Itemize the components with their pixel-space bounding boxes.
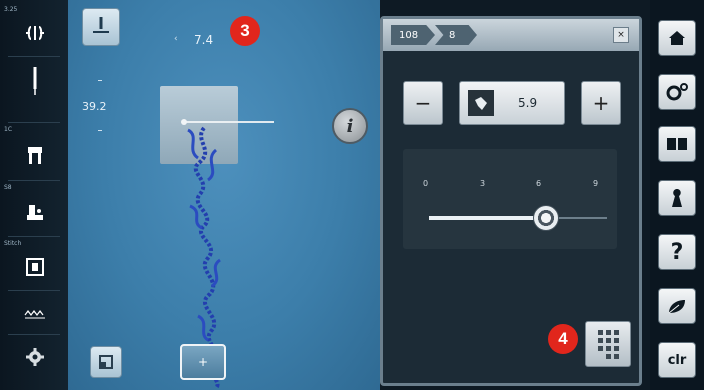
setup-button[interactable]: [658, 74, 696, 110]
breadcrumb-label: 8: [449, 29, 456, 41]
tutorial-button[interactable]: [658, 126, 696, 162]
breadcrumb-setting[interactable]: 8: [435, 25, 477, 45]
divider: [8, 122, 60, 123]
divider: [8, 56, 60, 57]
thread-tension-icon: [24, 302, 46, 324]
tutorial-icon: [667, 138, 687, 150]
callout-4: 4: [548, 324, 578, 354]
presser-foot-icon: [24, 144, 46, 166]
left-sidebar: 3.25 1C S8 Stitch: [0, 0, 68, 390]
divider: [8, 290, 60, 291]
dash: [98, 80, 102, 81]
help-button[interactable]: ?: [658, 234, 696, 270]
clear-button[interactable]: clr: [658, 342, 696, 378]
slider-handle[interactable]: [532, 205, 559, 231]
slider-panel: 0 3 6 9: [403, 149, 617, 249]
presser-foot-indicator[interactable]: [82, 8, 120, 46]
close-button[interactable]: ×: [613, 27, 629, 43]
current-value: 5.9: [518, 96, 538, 110]
sidebar-item-presser-foot[interactable]: 1C: [0, 126, 68, 176]
value-arrow: ‹: [174, 34, 178, 44]
callout-number: 4: [558, 329, 568, 348]
stitch-plate-icon: [24, 256, 46, 278]
callout-number: 3: [240, 21, 250, 40]
stitch-width-icon: [24, 22, 46, 44]
creative-consultant-button[interactable]: [658, 180, 696, 216]
dialog-header: 108 8 ×: [383, 19, 639, 51]
tick-label: 9: [593, 179, 599, 188]
home-icon: [669, 31, 685, 45]
dash: [98, 130, 102, 131]
divider: [8, 180, 60, 181]
sidebar-item-needle[interactable]: [0, 60, 68, 120]
plus-icon: +: [197, 355, 209, 369]
breadcrumb-stitch-number[interactable]: 108: [391, 25, 435, 45]
sidebar-item-feed-dog[interactable]: S8: [0, 184, 68, 234]
plus-icon: +: [592, 91, 610, 115]
stitch-settings-dialog: 108 8 × − 5.9 + 0 3 6 9: [380, 16, 642, 386]
info-icon: i: [346, 115, 354, 137]
help-icon: ?: [670, 239, 684, 265]
sidebar-item-stitch-plate[interactable]: Stitch: [0, 240, 68, 286]
needle-icon: [24, 67, 46, 95]
value-display: 5.9: [459, 81, 565, 125]
decrease-button[interactable]: −: [403, 81, 443, 125]
add-button[interactable]: +: [180, 344, 226, 380]
close-icon: ×: [617, 30, 625, 40]
presser-foot-position-icon: [93, 17, 109, 33]
tick-label: 3: [480, 179, 486, 188]
side-value: 39.2: [82, 100, 107, 113]
creative-consultant-icon: [672, 189, 682, 207]
eco-button[interactable]: [658, 288, 696, 324]
grid-icon: [598, 330, 619, 359]
window-icon: [99, 355, 113, 369]
divider: [8, 236, 60, 237]
sidebar-item-stitch-width[interactable]: 3.25: [0, 6, 68, 52]
feed-dog-caption: S8: [4, 184, 12, 191]
thread-hand-icon: [468, 90, 494, 116]
slider-fill: [429, 216, 546, 220]
breadcrumb-label: 108: [399, 29, 419, 41]
minus-icon: −: [414, 91, 432, 115]
tick-label: 6: [536, 179, 542, 188]
eco-icon: [668, 300, 685, 314]
presser-foot-caption: 1C: [4, 126, 13, 133]
stitch-length-value: 7.4: [194, 33, 214, 47]
home-button[interactable]: [658, 20, 696, 56]
divider: [8, 334, 60, 335]
sidebar-item-thread-tension[interactable]: [0, 294, 68, 330]
window-toggle-button[interactable]: [90, 346, 122, 378]
callout-3: 3: [230, 16, 260, 46]
settings-icon: [24, 346, 46, 368]
sidebar-item-settings[interactable]: [0, 338, 68, 378]
stitch-grid-button[interactable]: [585, 321, 631, 367]
stitch-plate-caption: Stitch: [4, 240, 22, 247]
main-area: ‹ 7.4 39.2 i + ▲ ▼: [68, 0, 436, 390]
info-button[interactable]: i: [332, 108, 368, 144]
right-sidebar: ? clr: [650, 0, 704, 390]
setup-icon: [666, 83, 688, 101]
increase-button[interactable]: +: [581, 81, 621, 125]
feed-dog-icon: [24, 202, 46, 224]
tick-label: 0: [423, 179, 429, 188]
clear-icon: clr: [667, 352, 687, 368]
stitch-width-caption: 3.25: [4, 6, 18, 13]
value-stepper: − 5.9 +: [403, 81, 621, 125]
